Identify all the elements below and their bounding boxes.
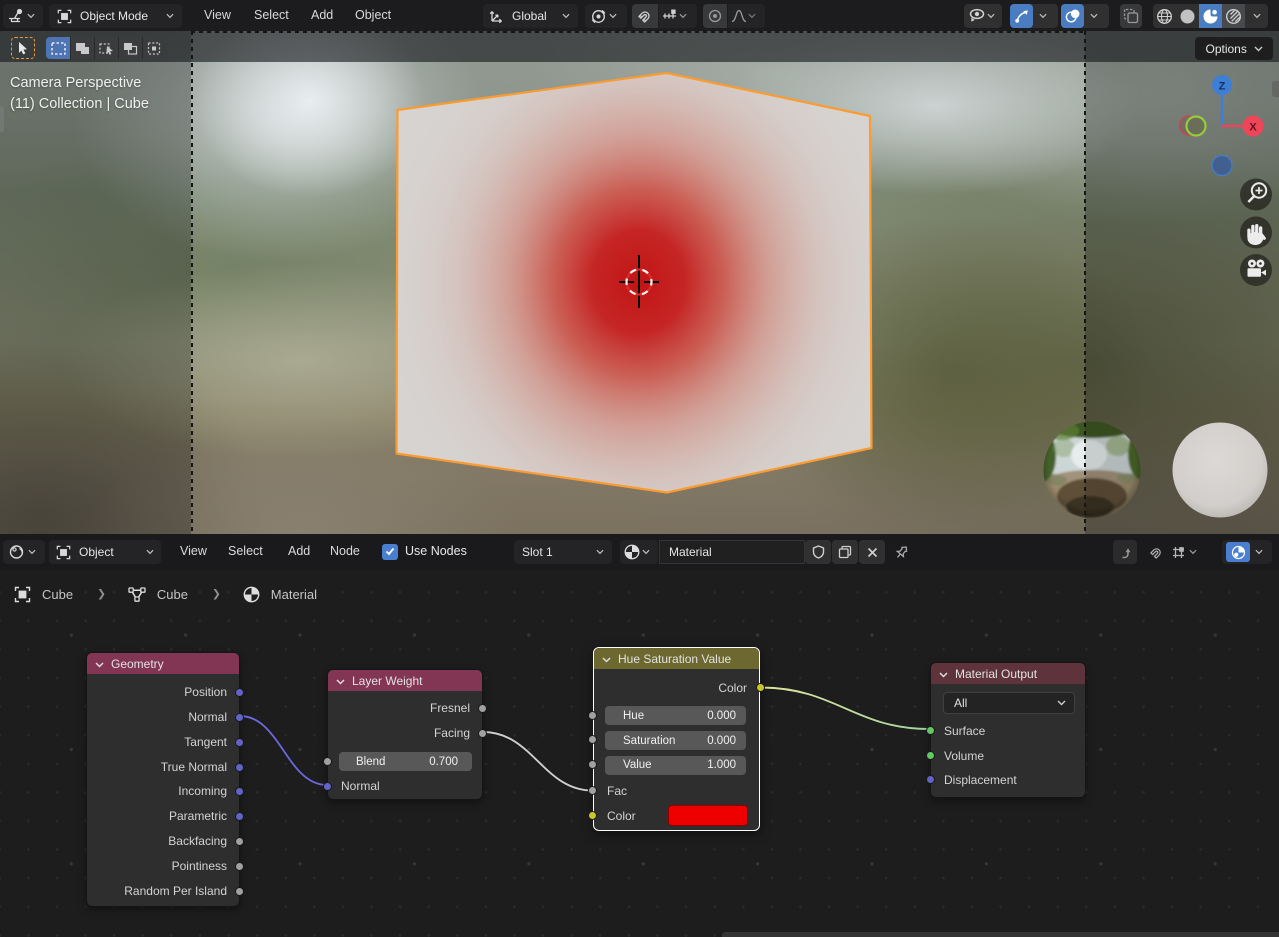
svg-text:X: X [1249, 122, 1257, 134]
svg-text:Z: Z [1219, 81, 1226, 93]
